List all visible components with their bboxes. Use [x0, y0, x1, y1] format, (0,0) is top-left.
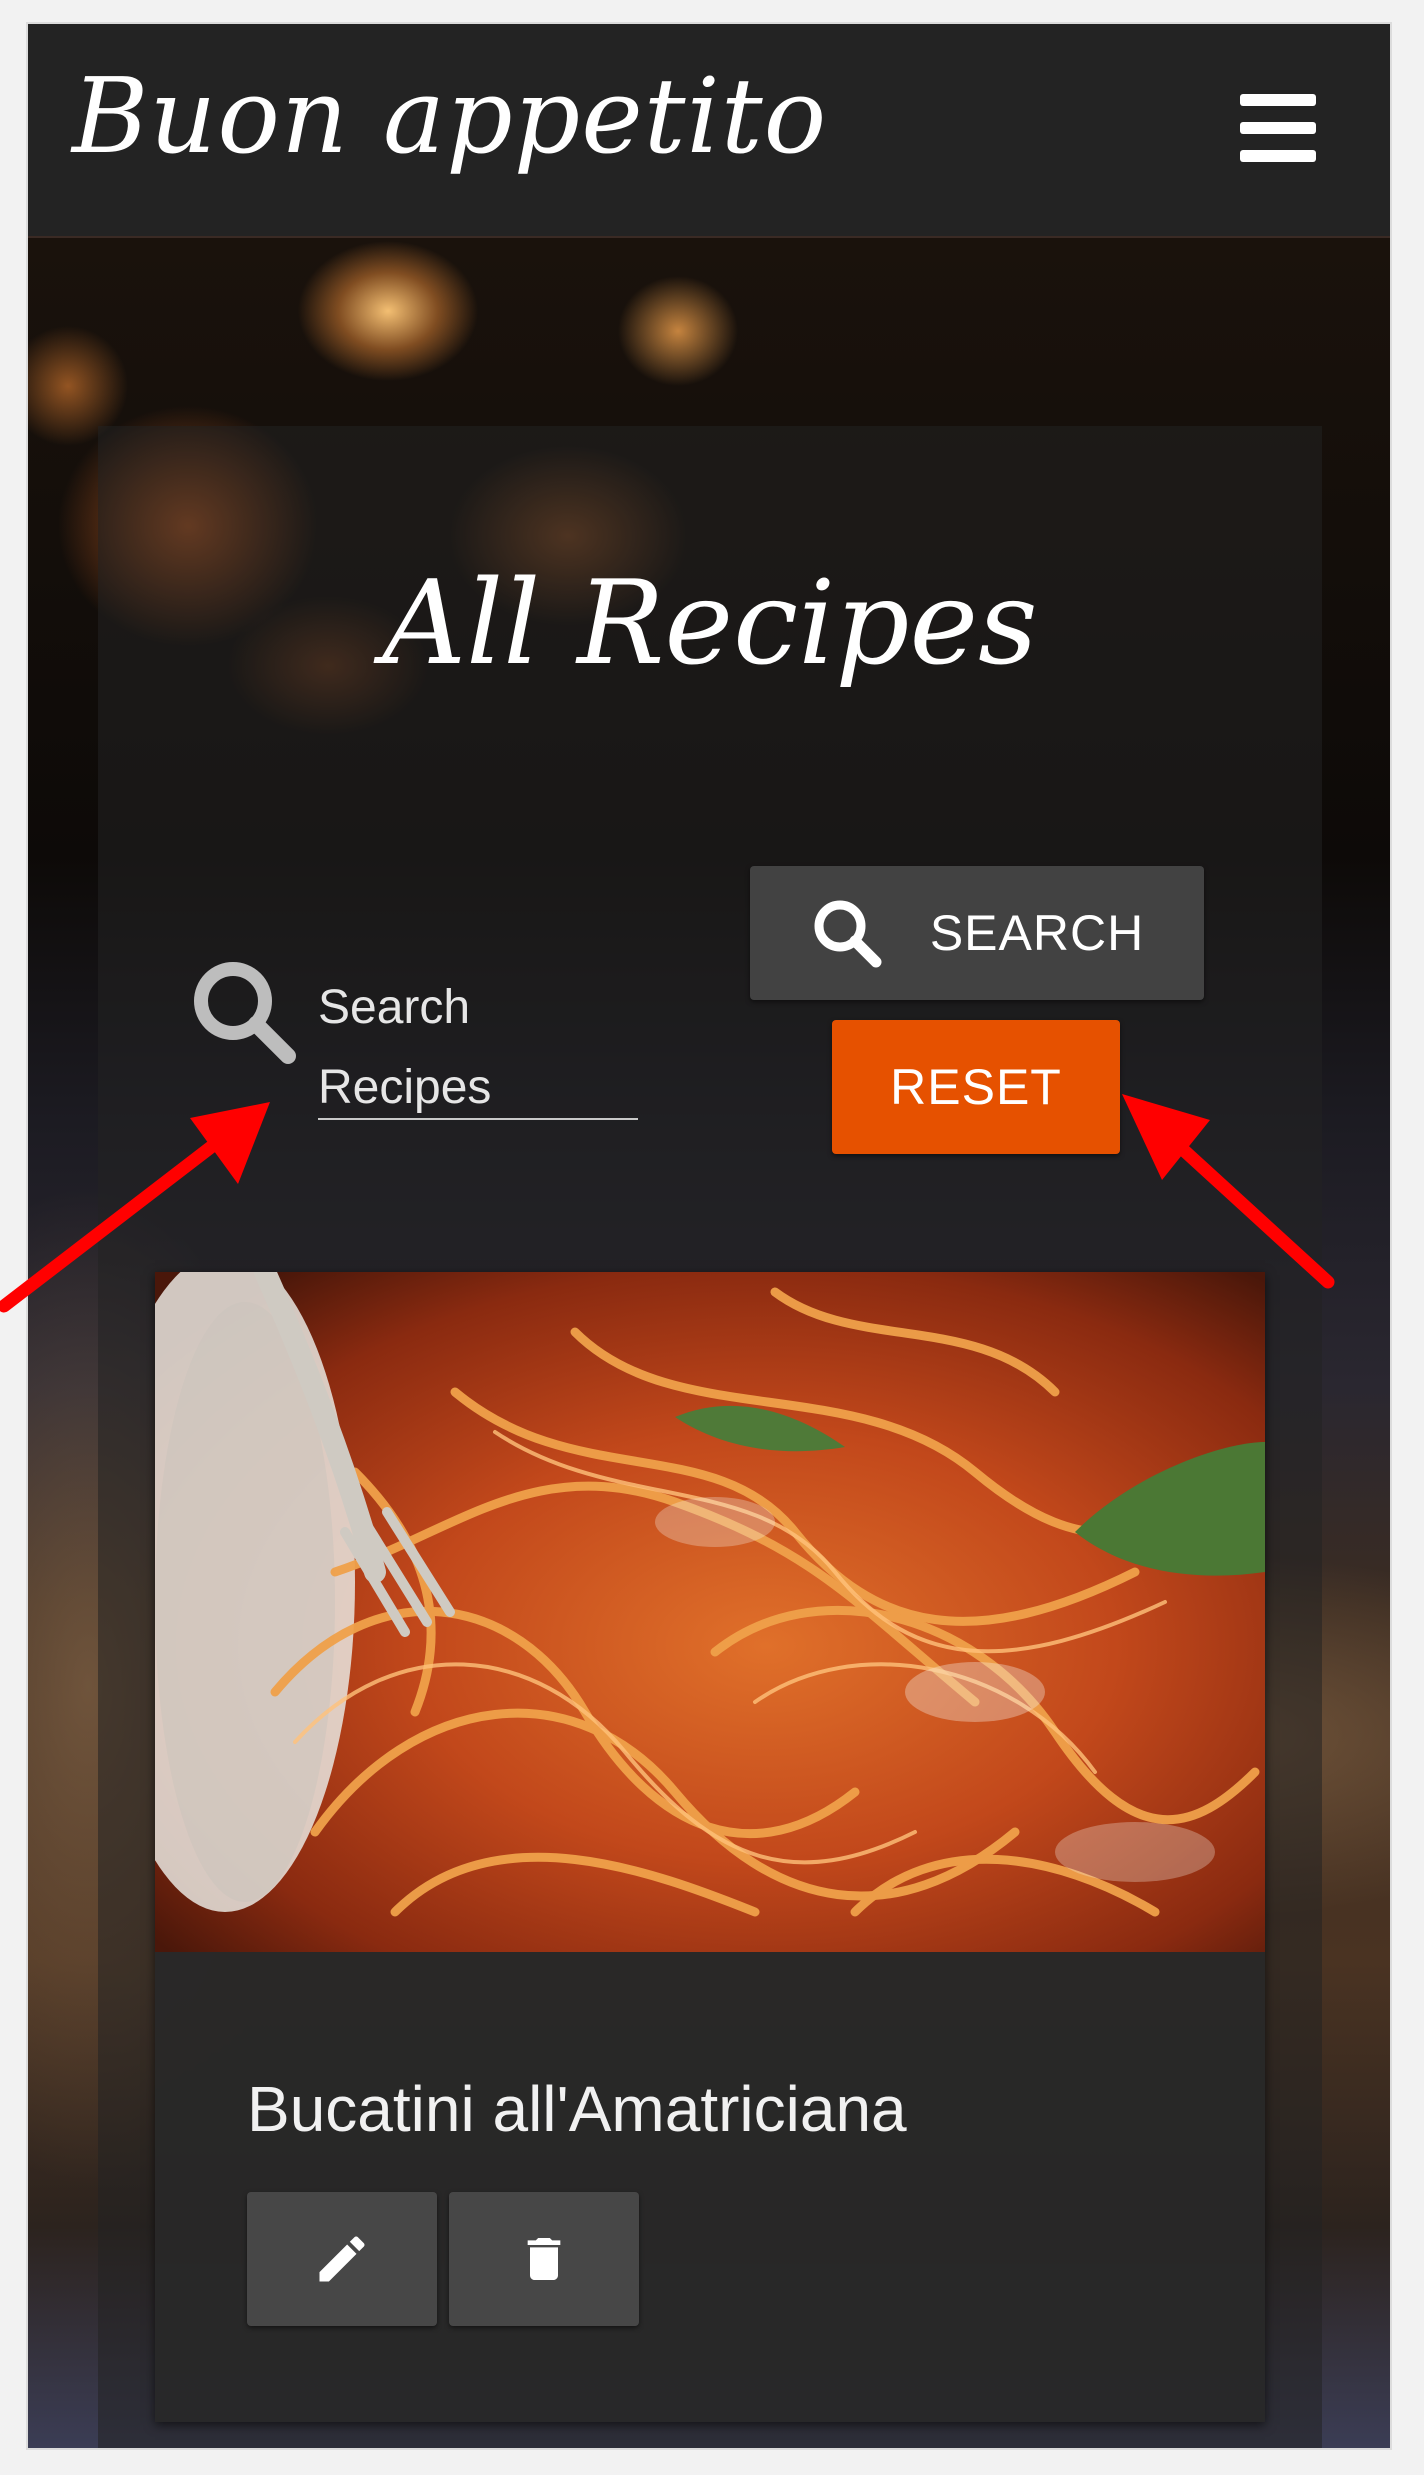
delete-trash-icon — [527, 2238, 561, 2280]
spaghetti-image — [155, 1272, 1265, 1952]
page-title: All Recipes — [382, 556, 1038, 691]
search-button[interactable]: SEARCH — [750, 866, 1204, 1000]
search-input-wrapper: Search Recipes — [318, 968, 638, 1120]
hamburger-menu-icon[interactable] — [1234, 90, 1324, 170]
edit-pencil-icon — [319, 2236, 365, 2282]
annotation-arrow-right — [1122, 1094, 1335, 1289]
brand-logo[interactable]: Buon appetito — [72, 64, 827, 168]
recipe-image[interactable] — [155, 1272, 1265, 1952]
search-icon — [814, 900, 882, 968]
reset-button[interactable]: RESET — [832, 1020, 1120, 1154]
navbar: Buon appetito — [28, 24, 1390, 238]
reset-button-label: RESET — [890, 1059, 1062, 1115]
annotation-arrow-left — [0, 1102, 270, 1313]
recipe-title[interactable]: Bucatini all'Amatriciana — [247, 2072, 907, 2146]
search-input[interactable] — [318, 968, 642, 1120]
search-icon — [188, 956, 298, 1066]
recipes-panel: All Recipes Search Recipes SEARCH RESET … — [98, 426, 1322, 2448]
recipe-card: Bucatini all'Amatriciana — [155, 1272, 1265, 2422]
edit-recipe-button[interactable] — [247, 2192, 437, 2326]
delete-recipe-button[interactable] — [449, 2192, 639, 2326]
search-button-label: SEARCH — [929, 905, 1145, 961]
